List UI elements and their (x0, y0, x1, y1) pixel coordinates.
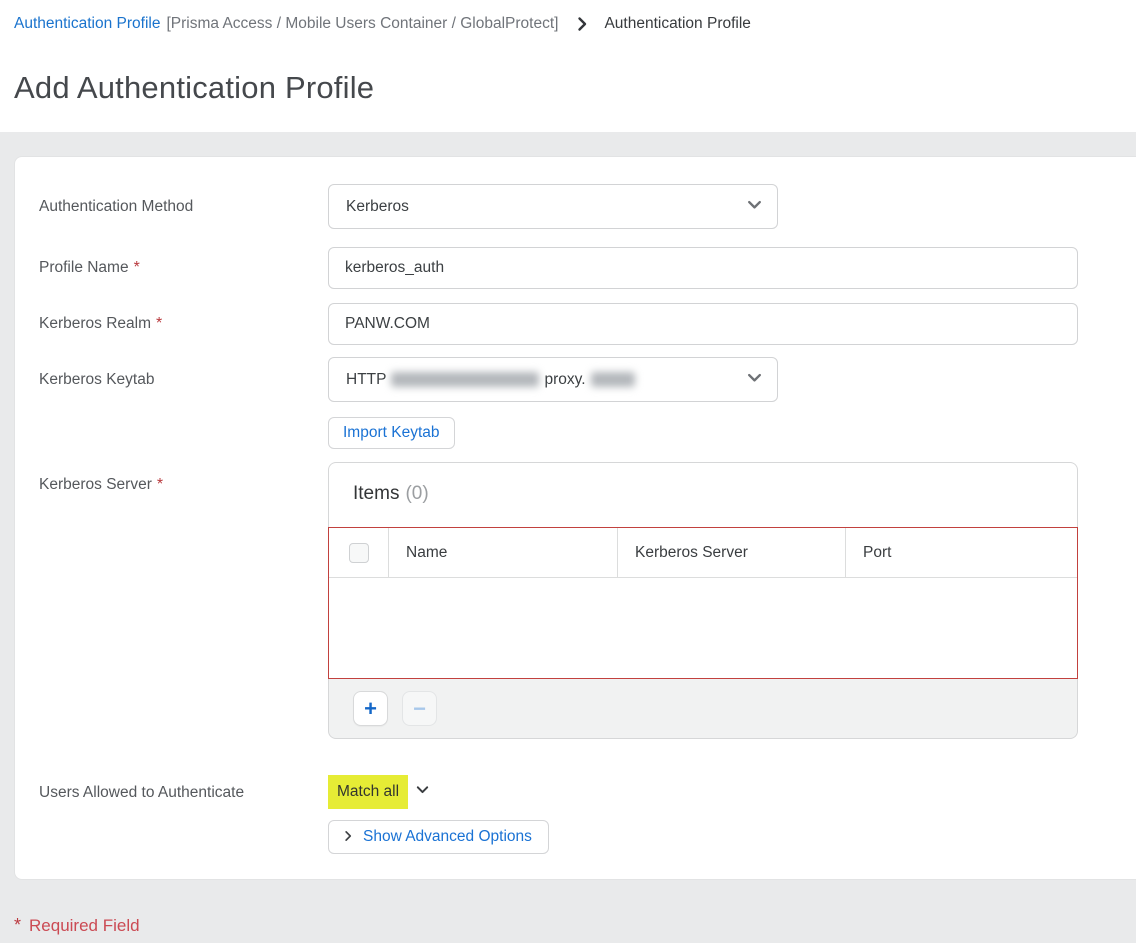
authentication-method-value: Kerberos (346, 198, 409, 216)
row-kerberos-realm: Kerberos Realm * (39, 303, 1136, 345)
kerberos-keytab-value-middle: proxy. (544, 371, 585, 389)
authentication-method-select[interactable]: Kerberos (328, 184, 778, 229)
chevron-down-icon (746, 369, 763, 391)
row-kerberos-server: Kerberos Server * Items (0) Name Kerberos … (39, 462, 1136, 739)
redacted-text (391, 372, 539, 387)
row-profile-name: Profile Name * (39, 247, 1136, 289)
redacted-text (591, 372, 635, 387)
items-header: Items (0) (328, 462, 1078, 527)
chevron-right-icon (574, 16, 590, 32)
import-keytab-button[interactable]: Import Keytab (328, 417, 455, 449)
kerberos-realm-label: Kerberos Realm * (39, 314, 328, 334)
column-header-kerberos-server: Kerberos Server (618, 528, 846, 577)
chevron-right-icon (342, 830, 354, 845)
row-users-allowed: Users Allowed to Authenticate Match all … (39, 775, 1136, 854)
users-allowed-dropdown[interactable]: Match all (328, 775, 430, 809)
show-advanced-options-label: Show Advanced Options (363, 828, 532, 846)
kerberos-keytab-select[interactable]: HTTP proxy. (328, 357, 778, 402)
kerberos-realm-input[interactable] (328, 303, 1078, 345)
breadcrumb: Authentication Profile [Prisma Access / … (14, 12, 1136, 36)
authentication-method-label: Authentication Method (39, 197, 328, 217)
page-header: Authentication Profile [Prisma Access / … (0, 0, 1136, 132)
kerberos-server-label-text: Kerberos Server (39, 476, 152, 493)
chevron-down-icon (746, 196, 763, 218)
breadcrumb-link-authentication-profile[interactable]: Authentication Profile (14, 15, 160, 33)
breadcrumb-context: [Prisma Access / Mobile Users Container … (166, 15, 558, 33)
page-body: Authentication Method Kerberos Profile N… (0, 132, 1136, 943)
table-header-checkbox-cell (329, 528, 389, 577)
kerberos-keytab-value-prefix: HTTP (346, 371, 386, 389)
auth-profile-form-card: Authentication Method Kerberos Profile N… (14, 156, 1136, 880)
required-asterisk: * (14, 915, 21, 936)
remove-row-button[interactable]: − (402, 691, 437, 726)
profile-name-input[interactable] (328, 247, 1078, 289)
table-header-row: Name Kerberos Server Port (329, 528, 1077, 578)
kerberos-keytab-label: Kerberos Keytab (39, 357, 328, 390)
profile-name-label-text: Profile Name (39, 259, 129, 276)
column-header-name: Name (389, 528, 618, 577)
breadcrumb-current: Authentication Profile (604, 15, 750, 33)
row-kerberos-keytab: Kerberos Keytab HTTP proxy. Import Keyta… (39, 357, 1136, 449)
select-all-checkbox[interactable] (349, 543, 369, 563)
kerberos-server-items-widget: Items (0) Name Kerberos Server Port + (328, 462, 1078, 739)
page-title: Add Authentication Profile (14, 70, 1136, 106)
row-authentication-method: Authentication Method Kerberos (39, 184, 1136, 229)
users-allowed-value: Match all (328, 775, 408, 809)
required-field-note: * Required Field (14, 915, 1136, 936)
users-allowed-label: Users Allowed to Authenticate (39, 775, 328, 803)
kerberos-realm-label-text: Kerberos Realm (39, 315, 151, 332)
column-header-port: Port (846, 528, 1077, 577)
table-body-empty (329, 578, 1077, 678)
chevron-down-icon (415, 782, 430, 802)
required-asterisk: * (134, 259, 140, 276)
show-advanced-options-button[interactable]: Show Advanced Options (328, 820, 549, 854)
required-asterisk: * (157, 476, 163, 493)
add-row-button[interactable]: + (353, 691, 388, 726)
items-count: (0) (405, 483, 428, 504)
items-label: Items (353, 483, 399, 504)
required-asterisk: * (156, 315, 162, 332)
profile-name-label: Profile Name * (39, 258, 328, 278)
items-footer: + − (328, 679, 1078, 739)
required-note-text: Required Field (29, 916, 140, 936)
kerberos-server-label: Kerberos Server * (39, 462, 328, 495)
kerberos-server-table: Name Kerberos Server Port (328, 527, 1078, 679)
